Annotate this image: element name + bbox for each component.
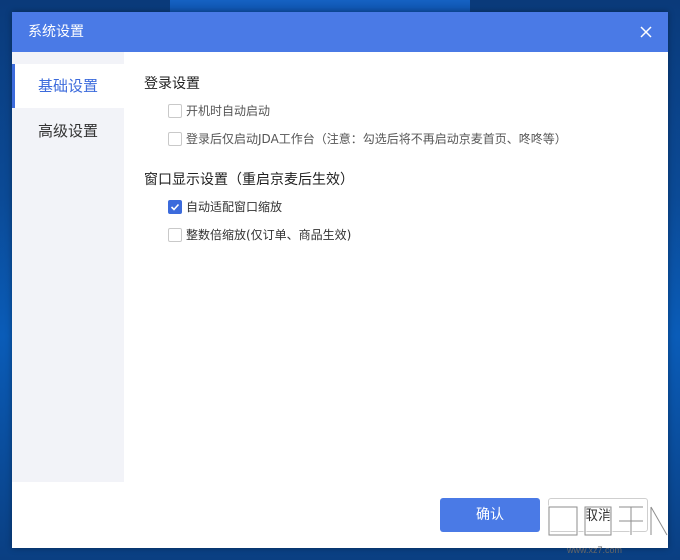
option-label: 登录后仅启动JDA工作台（注意：勾选后将不再启动京麦首页、咚咚等） xyxy=(186,132,567,146)
auto-scale-checkbox[interactable] xyxy=(168,200,182,214)
system-settings-dialog: 系统设置 基础设置 高级设置 登录设置 开机时自动启动 登录后仅启动JDA工作台… xyxy=(12,12,668,548)
option-label: 整数倍缩放(仅订单、商品生效) xyxy=(186,228,352,242)
auto-start-checkbox[interactable] xyxy=(168,104,182,118)
option-label: 自动适配窗口缩放 xyxy=(186,200,283,214)
sidebar-item-basic-settings[interactable]: 基础设置 xyxy=(12,64,124,108)
dialog-footer: 确认 取消 xyxy=(12,482,668,548)
option-label: 开机时自动启动 xyxy=(186,104,271,118)
settings-content: 登录设置 开机时自动启动 登录后仅启动JDA工作台（注意：勾选后将不再启动京麦首… xyxy=(124,52,668,482)
confirm-button[interactable]: 确认 xyxy=(440,498,540,532)
close-button[interactable] xyxy=(636,22,656,42)
checkmark-icon xyxy=(170,203,180,211)
section-title-login: 登录设置 xyxy=(144,76,200,92)
section-title-window-display: 窗口显示设置（重启京麦后生效） xyxy=(144,172,354,188)
integer-scale-checkbox[interactable] xyxy=(168,228,182,242)
title-bar[interactable]: 系统设置 xyxy=(12,12,668,52)
close-icon xyxy=(640,26,652,38)
settings-sidebar: 基础设置 高级设置 xyxy=(12,52,124,482)
desktop-background: 系统设置 基础设置 高级设置 登录设置 开机时自动启动 登录后仅启动JDA工作台… xyxy=(0,0,680,560)
sidebar-item-advanced-settings[interactable]: 高级设置 xyxy=(12,109,124,153)
window-title: 系统设置 xyxy=(28,24,84,40)
jda-only-checkbox[interactable] xyxy=(168,132,182,146)
cancel-button[interactable]: 取消 xyxy=(548,498,648,532)
